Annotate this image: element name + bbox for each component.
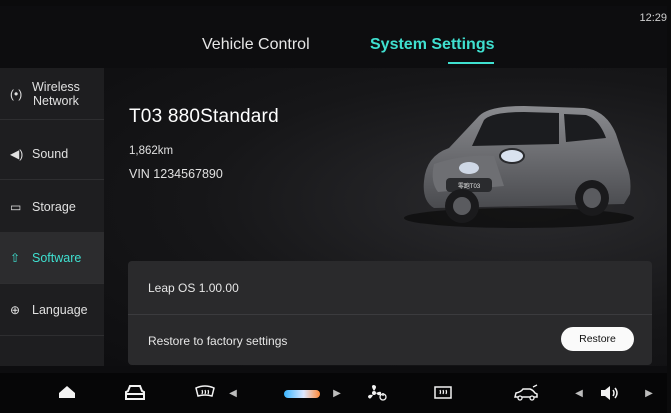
front-defrost-icon	[434, 386, 452, 399]
vin-number: VIN 1234567890	[129, 167, 223, 181]
car-side-icon	[514, 384, 538, 401]
device-bezel: 12:29 Vehicle Control System Settings (•…	[0, 0, 671, 413]
sidebar-item-label: Wireless Network	[32, 80, 80, 108]
volume-decrease-button[interactable]: ◀	[572, 373, 586, 413]
home-button[interactable]	[50, 373, 84, 413]
front-defrost-button[interactable]	[426, 373, 460, 413]
fan-icon	[368, 385, 387, 401]
home-icon	[59, 386, 75, 401]
license-plate: 零跑T03	[458, 182, 481, 190]
factory-reset-label: Restore to factory settings	[148, 334, 288, 348]
os-version: Leap OS 1.00.00	[148, 281, 239, 295]
sidebar-item-label: Language	[32, 302, 88, 317]
chevron-left-icon: ◀	[229, 387, 237, 399]
temperature-increase-button[interactable]: ▶	[330, 373, 344, 413]
temperature-slider[interactable]	[284, 390, 320, 398]
globe-icon: ⊕	[10, 302, 21, 317]
chevron-left-icon: ◀	[575, 387, 583, 399]
odometer: 1,862km	[129, 145, 174, 157]
software-panel: Leap OS 1.00.00 Restore to factory setti…	[128, 261, 652, 365]
sidebar-item-label: Software	[32, 250, 82, 265]
software-content: T03 880Standard 1,862km VIN 1234567890 零…	[104, 68, 667, 366]
fan-button[interactable]	[360, 373, 394, 413]
volume-button[interactable]	[596, 373, 624, 413]
volume-increase-button[interactable]: ▶	[642, 373, 656, 413]
settings-sidebar: (•) Wireless Network ◀) Sound ▭ Storage …	[0, 68, 104, 366]
vehicle-model: T03 880Standard	[129, 106, 279, 127]
storage-icon: ▭	[10, 199, 22, 214]
chevron-right-icon: ▶	[333, 387, 341, 399]
sidebar-item-language[interactable]: ⊕ Language	[0, 284, 104, 336]
car-settings-button[interactable]	[508, 373, 544, 413]
sidebar-item-storage[interactable]: ▭ Storage	[0, 181, 104, 233]
speaker-icon: ◀)	[10, 146, 24, 161]
rear-defrost-button[interactable]	[188, 373, 222, 413]
sidebar-label-line1: Wireless	[32, 79, 80, 94]
sidebar-item-software[interactable]: ⇧ Software	[0, 232, 104, 284]
top-tabs: Vehicle Control System Settings	[0, 6, 667, 66]
rear-defrost-icon	[195, 385, 215, 397]
tab-system-settings[interactable]: System Settings	[370, 36, 494, 54]
car-front-icon	[125, 385, 145, 400]
sidebar-item-label: Sound	[32, 146, 69, 161]
volume-icon	[601, 386, 618, 400]
bottom-dock: ◀ ▶ ◀ ▶	[0, 373, 667, 413]
screen: 12:29 Vehicle Control System Settings (•…	[0, 6, 667, 413]
cloud-upload-icon: ⇧	[10, 250, 21, 265]
chevron-right-icon: ▶	[645, 387, 653, 399]
sidebar-item-label: Storage	[32, 199, 76, 214]
vehicle-button[interactable]	[118, 373, 152, 413]
sidebar-item-sound[interactable]: ◀) Sound	[0, 128, 104, 180]
restore-button[interactable]: Restore	[561, 327, 634, 351]
tab-vehicle-control[interactable]: Vehicle Control	[202, 36, 310, 54]
divider	[128, 314, 652, 315]
wifi-broadcast-icon: (•)	[10, 86, 23, 101]
active-tab-indicator	[448, 62, 494, 64]
temperature-decrease-button[interactable]: ◀	[226, 373, 240, 413]
vehicle-image: 零跑T03	[404, 106, 634, 228]
sidebar-label-line2: Network	[33, 93, 79, 108]
sidebar-item-wireless-network[interactable]: (•) Wireless Network	[0, 68, 104, 120]
